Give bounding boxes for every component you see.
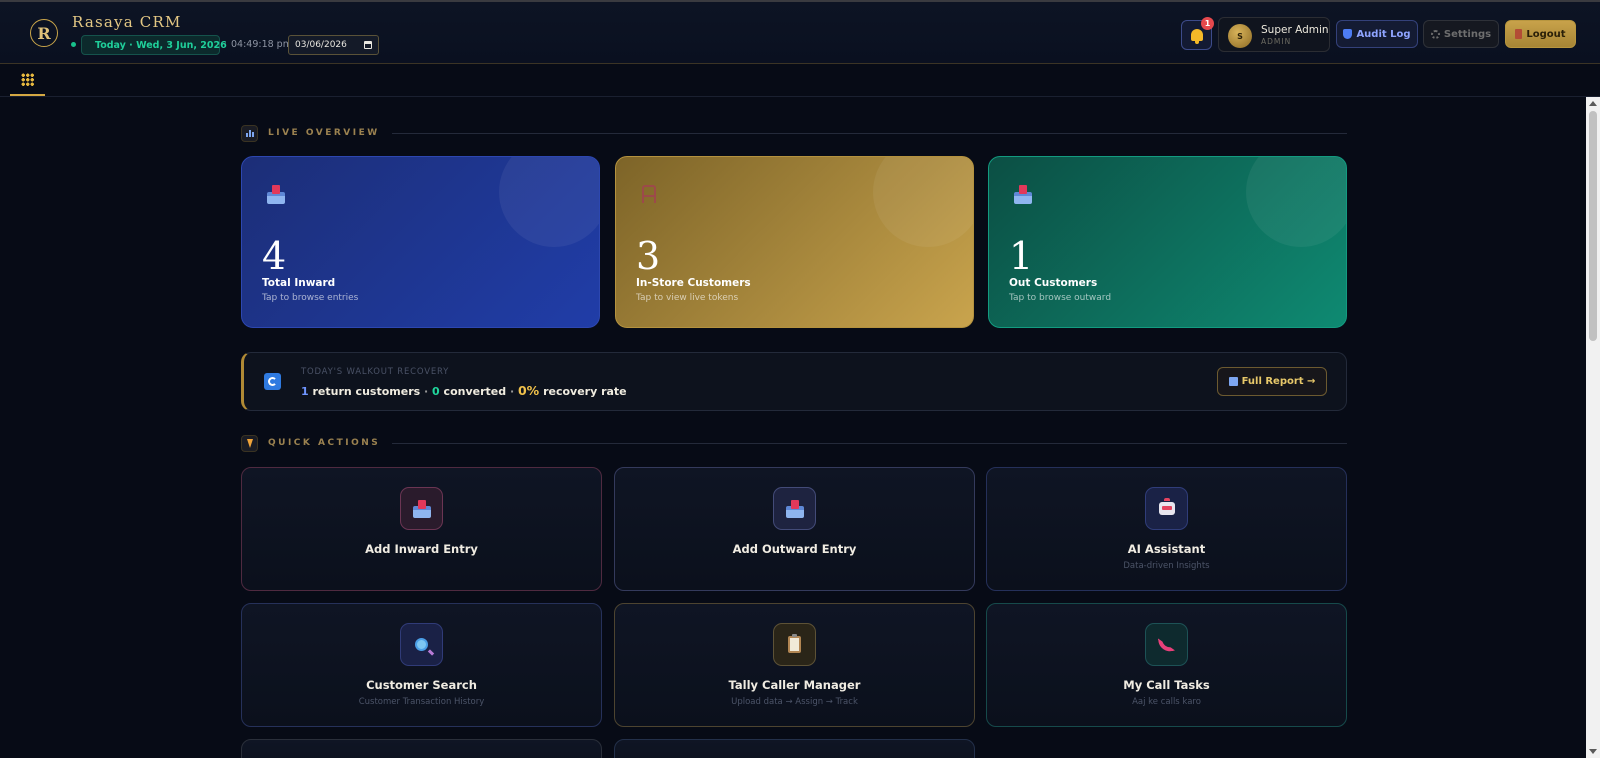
converted-count: 0 [432, 385, 440, 398]
shield-icon [1343, 29, 1353, 39]
user-name: Super Admin [1261, 24, 1329, 36]
tile-title: My Call Tasks [1123, 678, 1210, 692]
today-label: Today · Wed, 3 Jun, 2026 [95, 39, 227, 51]
section-title: LIVE OVERVIEW [268, 128, 380, 138]
recovery-summary: 1 return customers · 0 converted · 0% re… [301, 383, 627, 398]
apps-grid-tab[interactable] [10, 65, 45, 96]
outbox-tray-icon [773, 487, 816, 530]
calendar-picker-icon[interactable] [364, 41, 372, 49]
settings-label: Settings [1443, 28, 1492, 40]
quick-action-ai-assistant[interactable]: AI Assistant Data-driven Insights [986, 467, 1347, 591]
tile-title: Add Outward Entry [732, 542, 857, 556]
stat-value: 4 [262, 234, 287, 278]
section-divider [391, 132, 1347, 134]
bell-icon [1190, 29, 1203, 44]
lightning-icon [241, 434, 258, 452]
page-scrollbar[interactable] [1586, 97, 1600, 758]
live-clock: 04:49:18 pm [231, 39, 292, 50]
notification-count-badge: 1 [1201, 17, 1214, 30]
refresh-icon [264, 373, 281, 390]
tile-subtitle: Data-driven Insights [1123, 561, 1210, 571]
stat-hint: Tap to view live tokens [636, 293, 739, 303]
door-icon [1515, 29, 1523, 39]
tile-title: AI Assistant [1127, 542, 1206, 556]
quick-action-my-call-tasks[interactable]: My Call Tasks Aaj ke calls karo [986, 603, 1347, 727]
stat-value: 1 [1009, 234, 1034, 278]
inbox-tray-icon [266, 185, 286, 205]
audit-log-button[interactable]: Audit Log [1336, 20, 1418, 48]
stat-label: Total Inward [262, 277, 336, 289]
gear-icon [1430, 29, 1440, 39]
recovery-kicker: TODAY'S WALKOUT RECOVERY [301, 367, 450, 377]
module-nav [0, 65, 1600, 97]
stat-label: Out Customers [1009, 277, 1098, 289]
quick-action-tile-partial[interactable] [614, 739, 975, 758]
date-picker-input[interactable]: 03/06/2026 [288, 35, 379, 55]
live-status-dot [71, 42, 76, 47]
card-decoration [1246, 157, 1346, 247]
scroll-up-arrow-icon[interactable] [1589, 101, 1597, 106]
recovery-rate-label: recovery rate [543, 385, 627, 398]
user-role: ADMIN [1261, 37, 1292, 46]
walkout-recovery-banner: TODAY'S WALKOUT RECOVERY 1 return custom… [241, 352, 1347, 411]
recovery-rate: 0% [517, 383, 540, 398]
chair-icon [642, 185, 656, 203]
top-header: R Rasaya CRM Today · Wed, 3 Jun, 2026 · … [0, 0, 1600, 64]
tile-title: Tally Caller Manager [728, 678, 861, 692]
card-decoration [499, 157, 599, 247]
bar-chart-icon [241, 124, 258, 142]
stat-value: 3 [636, 234, 661, 278]
phone-icon [1145, 623, 1188, 666]
quick-actions-heading: QUICK ACTIONS [241, 434, 1347, 452]
separator-dot: · [224, 39, 227, 49]
magnifier-icon [400, 623, 443, 666]
avatar: S [1228, 24, 1252, 48]
section-title: QUICK ACTIONS [268, 438, 381, 448]
full-report-label: Full Report → [1241, 376, 1316, 387]
app-title: Rasaya CRM [72, 13, 182, 31]
settings-button[interactable]: Settings [1423, 20, 1499, 48]
outbox-tray-icon [1013, 185, 1033, 205]
logout-label: Logout [1526, 28, 1566, 40]
grid-icon [21, 73, 34, 86]
report-icon [1228, 377, 1238, 386]
quick-action-tile-partial[interactable] [241, 739, 602, 758]
robot-icon [1145, 487, 1188, 530]
card-decoration [873, 157, 973, 247]
stat-label: In-Store Customers [636, 277, 751, 289]
tile-title: Add Inward Entry [365, 542, 478, 556]
tile-subtitle: Upload data → Assign → Track [731, 697, 858, 707]
tile-subtitle: Aaj ke calls karo [1132, 697, 1201, 707]
clipboard-icon [773, 623, 816, 666]
stat-card-in-store[interactable]: 3 In-Store Customers Tap to view live to… [615, 156, 974, 328]
logo-icon: R [30, 19, 58, 47]
stat-hint: Tap to browse outward [1009, 293, 1112, 303]
scroll-down-arrow-icon[interactable] [1589, 749, 1597, 754]
date-picker-value: 03/06/2026 [295, 40, 347, 50]
return-count: 1 [301, 385, 309, 398]
brand-logo[interactable]: R [28, 16, 60, 50]
converted-label: converted [443, 385, 507, 398]
today-date-pill: Today · Wed, 3 Jun, 2026 [81, 35, 227, 55]
logout-button[interactable]: Logout [1505, 20, 1576, 48]
tile-title: Customer Search [366, 678, 477, 692]
stat-hint: Tap to browse entries [262, 293, 359, 303]
quick-action-tally-caller-manager[interactable]: Tally Caller Manager Upload data → Assig… [614, 603, 975, 727]
quick-action-customer-search[interactable]: Customer Search Customer Transaction His… [241, 603, 602, 727]
scroll-thumb[interactable] [1589, 111, 1597, 341]
user-profile-chip[interactable]: S Super Admin ADMIN [1218, 17, 1330, 52]
quick-action-add-inward[interactable]: Add Inward Entry [241, 467, 602, 591]
stat-card-total-inward[interactable]: 4 Total Inward Tap to browse entries [241, 156, 600, 328]
quick-action-add-outward[interactable]: Add Outward Entry [614, 467, 975, 591]
tile-subtitle: Customer Transaction History [358, 697, 485, 707]
live-overview-heading: LIVE OVERVIEW [241, 124, 1347, 142]
audit-log-label: Audit Log [1356, 28, 1411, 40]
full-report-button[interactable]: Full Report → [1217, 367, 1327, 396]
section-divider [392, 442, 1347, 444]
inbox-tray-icon [400, 487, 443, 530]
return-label: return customers [312, 385, 421, 398]
stat-card-out-customers[interactable]: 1 Out Customers Tap to browse outward [988, 156, 1347, 328]
